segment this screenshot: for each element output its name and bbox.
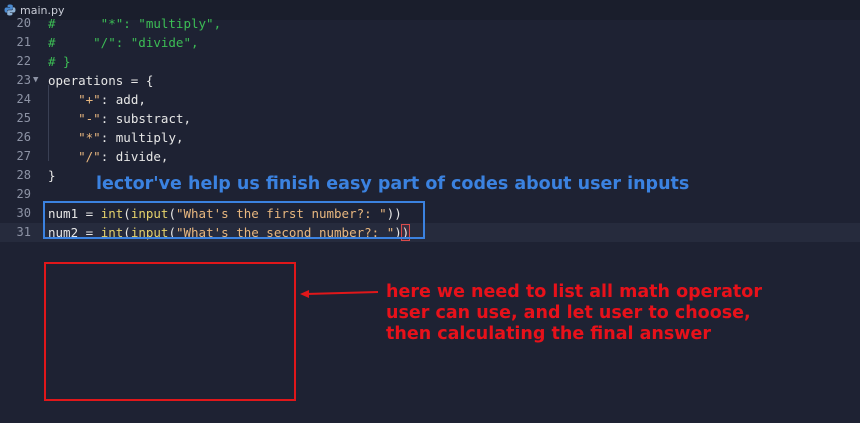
code-line[interactable]: 23 ▼ operations = { [0, 71, 860, 90]
code-line[interactable]: 21 # "/": "divide", [0, 33, 860, 52]
code-line[interactable]: 24 "+": add, [0, 90, 860, 109]
line-number: 28 [16, 168, 31, 182]
line-number: 27 [16, 149, 31, 163]
code-line[interactable]: 27 "/": divide, [0, 147, 860, 166]
arrow-left-icon [300, 290, 379, 298]
code-text: # "/": "divide", [48, 35, 199, 50]
code-text: } [48, 168, 56, 183]
editor-window: main.py 20 # "*": "multiply", 21 # "/": "di… [0, 0, 860, 423]
red-annotation-text: here we need to list all math operator u… [386, 282, 762, 345]
red-annotation-line: here we need to list all math operator [386, 282, 762, 302]
code-text: # } [48, 54, 71, 69]
line-number: 29 [16, 187, 31, 201]
code-line[interactable]: 20 # "*": "multiply", [0, 14, 860, 33]
line-number: 30 [16, 206, 31, 220]
line-number: 31 [16, 225, 31, 239]
fold-toggle-icon[interactable]: ▼ [33, 71, 38, 90]
code-line[interactable]: 22 # } [0, 52, 860, 71]
red-annotation-line: user can use, and let user to choose, [386, 303, 751, 323]
blue-annotation-text: lector've help us finish easy part of co… [96, 174, 690, 194]
code-text: operations = { [48, 73, 154, 88]
code-text: "-": substract, [78, 111, 192, 126]
line-number: 26 [16, 130, 31, 144]
code-line[interactable]: 25 "-": substract, [0, 109, 860, 128]
red-annotation-line: then calculating the final answer [386, 324, 711, 344]
code-text: "/": divide, [78, 149, 169, 164]
line-number: 20 [16, 16, 31, 30]
indent-guide [48, 85, 49, 161]
code-text: "+": add, [78, 92, 146, 107]
line-number: 21 [16, 35, 31, 49]
blue-highlight-box [43, 201, 425, 239]
code-text: "*": multiply, [78, 130, 184, 145]
line-number: 25 [16, 111, 31, 125]
code-line[interactable]: 26 "*": multiply, [0, 128, 860, 147]
code-text: # "*": "multiply", [48, 16, 222, 31]
line-number: 24 [16, 92, 31, 106]
line-number: 22 [16, 54, 31, 68]
red-placeholder-box [44, 262, 296, 401]
line-number: 23 [16, 73, 31, 87]
